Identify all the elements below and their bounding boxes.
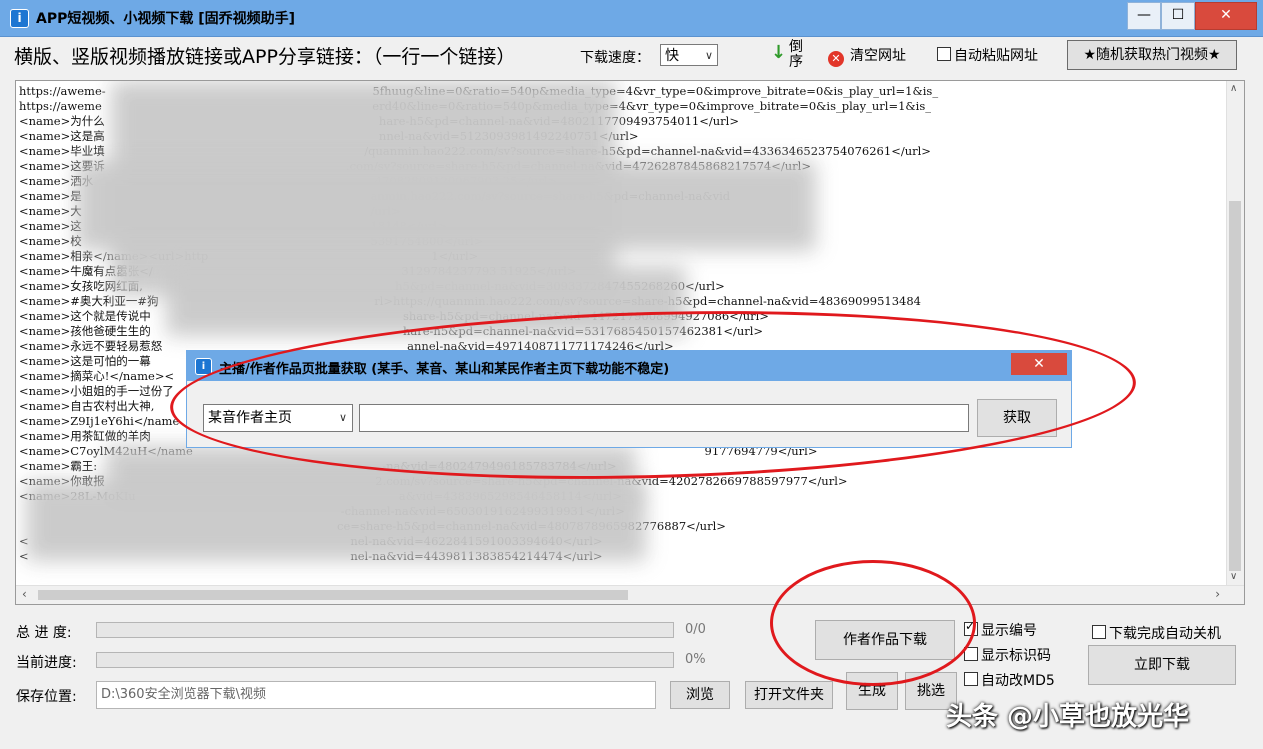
blur-region [76, 161, 816, 251]
random-hot-video-button[interactable]: ★随机获取热门视频★ [1067, 40, 1237, 70]
autopaste-checkbox[interactable]: 自动粘贴网址 [937, 45, 1038, 65]
save-location-label: 保存位置: [16, 689, 77, 705]
blur-region [26, 481, 646, 561]
vertical-scroll-thumb[interactable] [1229, 201, 1241, 571]
horizontal-scrollbar[interactable]: ‹ › [16, 585, 1244, 604]
scroll-right-icon[interactable]: › [1215, 587, 1220, 601]
horizontal-scroll-thumb[interactable] [38, 590, 628, 600]
watermark: 头条 @小草也放光华 [946, 702, 1190, 732]
autopaste-label: 自动粘贴网址 [954, 48, 1038, 64]
download-now-button[interactable]: 立即下载 [1088, 645, 1236, 685]
reverse-order-button[interactable]: ↓ 倒序 [771, 40, 807, 74]
save-path-input[interactable]: D:\360安全浏览器下载\视频 [96, 681, 656, 709]
total-progress-value: 0/0 [685, 622, 706, 637]
auto-shutdown-label: 下载完成自动关机 [1109, 626, 1221, 642]
total-progress-bar [96, 622, 674, 638]
window-title: APP短视频、小视频下载 [固乔视频助手] [36, 11, 296, 27]
clear-icon: ✕ [828, 51, 844, 67]
speed-value: 快 [665, 48, 679, 64]
total-progress-label: 总 进 度: [16, 625, 72, 641]
clear-urls-button[interactable]: ✕ 清空网址 [828, 45, 906, 67]
scroll-left-icon[interactable]: ‹ [22, 587, 27, 601]
show-number-label: 显示编号 [981, 623, 1037, 639]
current-progress-label: 当前进度: [16, 655, 77, 671]
auto-shutdown-checkbox[interactable]: 下载完成自动关机 [1092, 623, 1221, 643]
auto-md5-box[interactable] [964, 672, 978, 686]
show-id-label: 显示标识码 [981, 648, 1051, 664]
current-progress-bar [96, 652, 674, 668]
clear-urls-label: 清空网址 [850, 48, 906, 64]
minimize-button[interactable]: — [1127, 2, 1161, 30]
show-id-checkbox[interactable]: 显示标识码 [964, 645, 1051, 665]
speed-select[interactable]: 快 ∨ [660, 44, 718, 66]
scroll-down-icon[interactable]: ∨ [1230, 571, 1237, 582]
chevron-down-icon: ∨ [704, 49, 713, 62]
vertical-scrollbar[interactable]: ∧ ∨ [1226, 81, 1244, 586]
annotation-oval [770, 560, 976, 686]
close-button[interactable]: ✕ [1195, 2, 1257, 30]
app-icon: i [10, 9, 29, 28]
browse-button[interactable]: 浏览 [670, 681, 730, 709]
autopaste-box[interactable] [937, 47, 951, 61]
open-folder-button[interactable]: 打开文件夹 [745, 681, 833, 709]
auto-md5-label: 自动改MD5 [981, 673, 1055, 689]
arrow-down-icon: ↓ [771, 42, 787, 63]
reverse-order-label: 倒序 [789, 39, 803, 70]
scroll-up-icon[interactable]: ∧ [1230, 83, 1237, 94]
links-label: 横版、竖版视频播放链接或APP分享链接：（一行一个链接） [14, 46, 516, 68]
auto-md5-checkbox[interactable]: 自动改MD5 [964, 670, 1055, 690]
speed-label: 下载速度： [580, 50, 650, 66]
maximize-button[interactable]: ☐ [1161, 2, 1195, 30]
current-progress-value: 0% [685, 652, 706, 667]
auto-shutdown-box[interactable] [1092, 625, 1106, 639]
